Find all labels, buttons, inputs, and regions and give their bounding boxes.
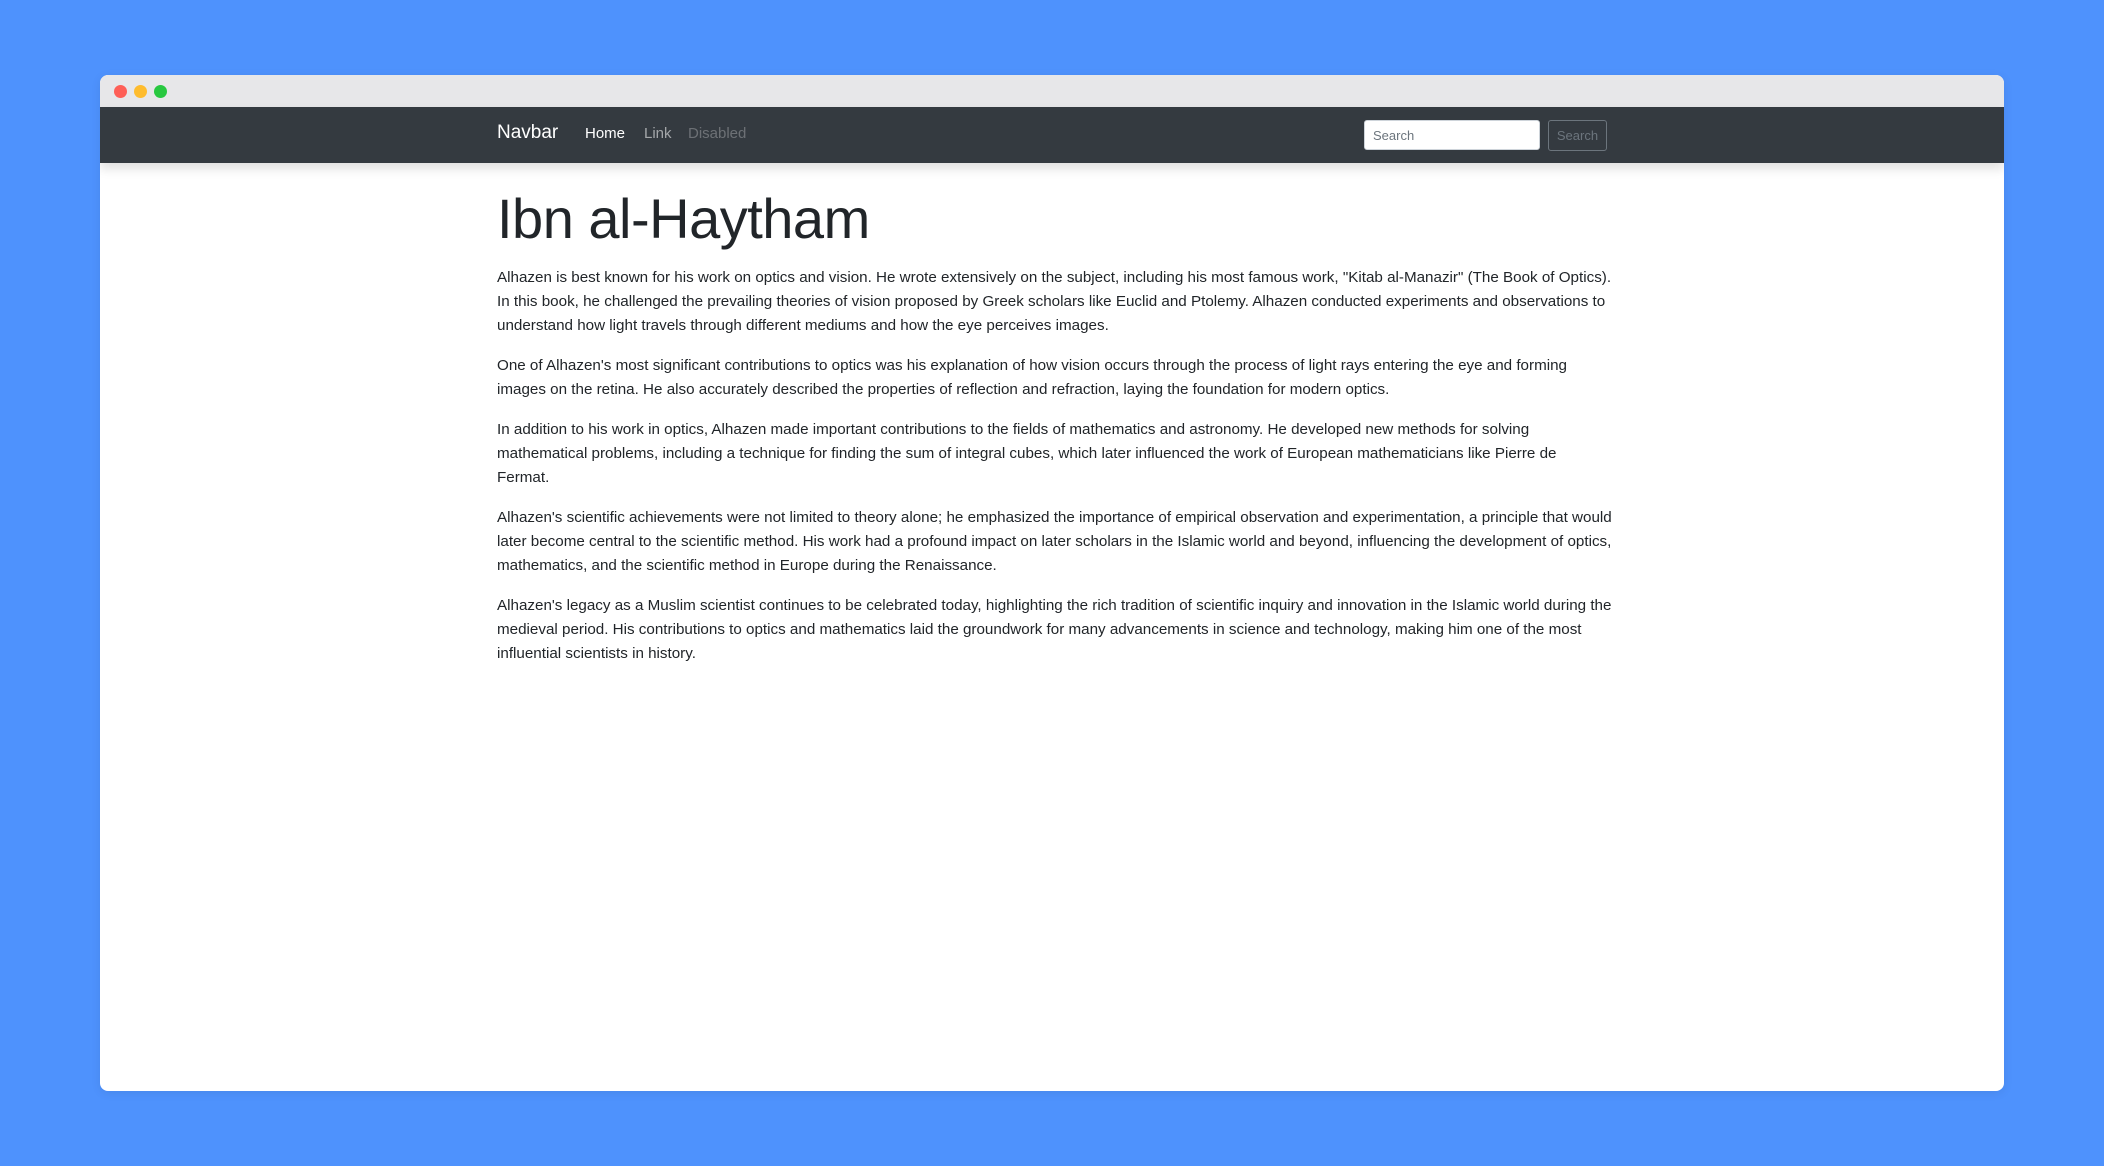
maximize-window-icon[interactable]	[154, 85, 167, 98]
main-content: Ibn al-Haytham Alhazen is best known for…	[497, 185, 1612, 682]
search-input[interactable]	[1364, 120, 1540, 150]
minimize-window-icon[interactable]	[134, 85, 147, 98]
nav-link-home[interactable]: Home	[585, 125, 625, 142]
window-titlebar	[100, 75, 2004, 107]
navbar: Navbar Home Link Disabled Search	[100, 107, 2004, 163]
navbar-brand[interactable]: Navbar	[497, 122, 558, 144]
search-button[interactable]: Search	[1548, 120, 1607, 151]
close-window-icon[interactable]	[114, 85, 127, 98]
paragraph-vision: One of Alhazen's most significant contri…	[497, 357, 1567, 399]
paragraph-mathematics: In addition to his work in optics, Alhaz…	[497, 421, 1557, 487]
browser-window: Navbar Home Link Disabled Search Ibn al-…	[100, 75, 2004, 1091]
paragraph-optics: Alhazen is best known for his work on op…	[497, 269, 1612, 335]
paragraph-scientific-method: Alhazen's scientific achievements were n…	[497, 509, 1612, 575]
nav-link-disabled: Disabled	[688, 125, 747, 142]
page-title: Ibn al-Haytham	[497, 187, 870, 250]
nav-link-link[interactable]: Link	[644, 125, 672, 142]
paragraph-legacy: Alhazen's legacy as a Muslim scientist c…	[497, 597, 1612, 663]
